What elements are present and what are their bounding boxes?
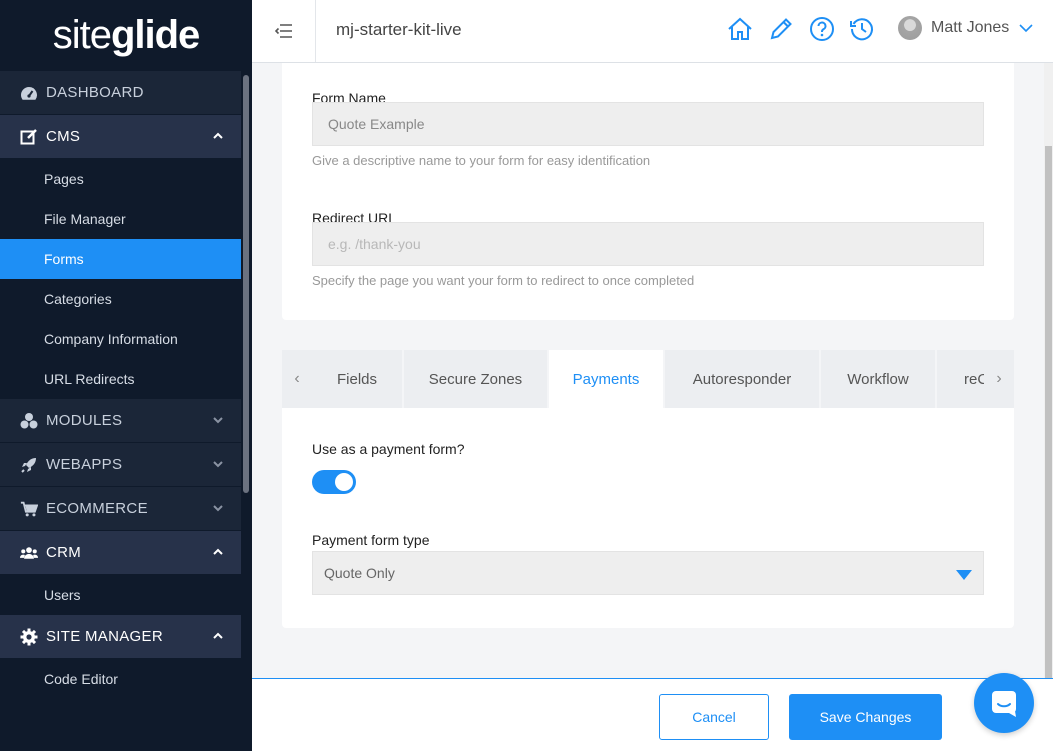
chevron-up-icon xyxy=(213,632,223,639)
chevron-down-icon xyxy=(213,505,223,512)
user-name: Matt Jones xyxy=(931,19,1010,36)
sidebar-item-url-redirects[interactable]: URL Redirects xyxy=(0,359,241,399)
sidebar-nav: DASHBOARD CMS Pages File Manager Forms C… xyxy=(0,71,241,699)
tabs-prev-button[interactable]: ‹ xyxy=(282,350,312,408)
sidebar-section-cms[interactable]: CMS xyxy=(0,115,241,159)
tab-autoresponder[interactable]: Autoresponder xyxy=(665,350,821,408)
sidebar-item-users[interactable]: Users xyxy=(0,575,241,615)
logo-text-light: site xyxy=(52,13,112,57)
site-name: mj-starter-kit-live xyxy=(336,20,462,39)
sidebar-item-code-editor[interactable]: Code Editor xyxy=(0,659,241,699)
payment-form-type-select[interactable]: Quote Only xyxy=(312,551,984,595)
form-details-card: Form Name Quote Example Give a descripti… xyxy=(282,63,1014,320)
redirect-url-input[interactable]: e.g. /thank-you xyxy=(312,222,984,266)
cms-submenu: Pages File Manager Forms Categories Comp… xyxy=(0,159,241,399)
sidebar-section-webapps[interactable]: WEBAPPS xyxy=(0,443,241,487)
tab-secure-zones[interactable]: Secure Zones xyxy=(404,350,549,408)
caret-down-icon xyxy=(956,570,972,580)
sidebar-section-crm[interactable]: CRM xyxy=(0,531,241,575)
crm-submenu: Users xyxy=(0,575,241,615)
chevron-down-icon xyxy=(1019,23,1033,32)
edit-button[interactable] xyxy=(766,14,796,44)
tab-payments[interactable]: Payments xyxy=(549,350,665,408)
form-name-help: Give a descriptive name to your form for… xyxy=(312,153,651,168)
sidebar-section-label: CRM xyxy=(46,544,82,561)
save-changes-button[interactable]: Save Changes xyxy=(789,694,942,740)
payment-form-toggle[interactable] xyxy=(312,470,356,494)
action-footer: Cancel Save Changes xyxy=(252,678,1053,751)
sidebar-section-label: ECOMMERCE xyxy=(46,500,148,517)
siteglide-logo[interactable]: site glide xyxy=(0,0,252,71)
toggle-knob xyxy=(335,473,353,491)
sidebar-section-label: SITE MANAGER xyxy=(46,628,163,645)
chevron-up-icon xyxy=(213,548,223,555)
cancel-button[interactable]: Cancel xyxy=(659,694,769,740)
home-button[interactable] xyxy=(725,14,755,44)
dashboard-icon xyxy=(20,84,38,102)
sidebar-scrollbar-thumb[interactable] xyxy=(243,75,249,493)
history-button[interactable] xyxy=(847,14,877,44)
pencil-icon xyxy=(770,18,792,40)
chevron-down-icon xyxy=(213,417,223,424)
sidebar-section-site-manager[interactable]: SITE MANAGER xyxy=(0,615,241,659)
sidebar-section-ecommerce[interactable]: ECOMMERCE xyxy=(0,487,241,531)
chevron-up-icon xyxy=(213,132,223,139)
sidebar-item-file-manager[interactable]: File Manager xyxy=(0,199,241,239)
cart-icon xyxy=(20,500,38,518)
redirect-url-help: Specify the page you want your form to r… xyxy=(312,273,695,288)
payment-form-type-value: Quote Only xyxy=(324,565,395,581)
avatar xyxy=(898,16,922,40)
sidebar-item-forms[interactable]: Forms xyxy=(0,239,241,279)
sidebar-item-company-information[interactable]: Company Information xyxy=(0,319,241,359)
history-icon xyxy=(850,18,873,41)
gear-icon xyxy=(20,628,38,646)
site-manager-submenu: Code Editor xyxy=(0,659,241,699)
sidebar-item-pages[interactable]: Pages xyxy=(0,159,241,199)
sidebar-item-categories[interactable]: Categories xyxy=(0,279,241,319)
tab-recaptcha[interactable]: reC xyxy=(937,350,984,408)
form-name-input[interactable]: Quote Example xyxy=(312,102,984,146)
modules-icon xyxy=(20,412,38,430)
sidebar-section-label: WEBAPPS xyxy=(46,456,123,473)
home-icon xyxy=(728,17,752,40)
tab-fields[interactable]: Fields xyxy=(312,350,404,408)
user-menu[interactable]: Matt Jones xyxy=(898,16,1033,40)
top-header: mj-starter-kit-live Matt Jones xyxy=(252,0,1053,63)
chat-icon xyxy=(992,691,1016,717)
help-button[interactable] xyxy=(807,14,837,44)
sidebar-section-label: MODULES xyxy=(46,412,123,429)
menu-collapse-icon xyxy=(274,24,292,38)
form-tabs: ‹ Fields Secure Zones Payments Autorespo… xyxy=(282,350,1014,408)
users-icon xyxy=(20,544,38,562)
payment-form-type-label: Payment form type xyxy=(312,532,430,548)
chevron-down-icon xyxy=(213,461,223,468)
rocket-icon xyxy=(20,456,38,474)
tabs-next-button[interactable]: › xyxy=(984,350,1014,408)
content-scrollbar-thumb[interactable] xyxy=(1045,146,1052,678)
payment-form-toggle-label: Use as a payment form? xyxy=(312,441,465,457)
sidebar-section-modules[interactable]: MODULES xyxy=(0,399,241,443)
edit-icon xyxy=(20,128,38,146)
sidebar-section-label: CMS xyxy=(46,128,81,145)
menu-collapse-button[interactable] xyxy=(252,0,316,62)
tab-workflow[interactable]: Workflow xyxy=(821,350,937,408)
help-icon xyxy=(810,17,834,41)
sidebar: site glide DASHBOARD CMS Pages File Manag… xyxy=(0,0,252,751)
sidebar-section-dashboard[interactable]: DASHBOARD xyxy=(0,71,241,115)
main-content: Form Name Quote Example Give a descripti… xyxy=(252,63,1044,678)
payments-panel: Use as a payment form? Payment form type… xyxy=(282,408,1014,628)
logo-text-bold: glide xyxy=(110,13,200,57)
sidebar-section-label: DASHBOARD xyxy=(46,84,144,101)
chat-launcher-button[interactable] xyxy=(974,673,1034,733)
